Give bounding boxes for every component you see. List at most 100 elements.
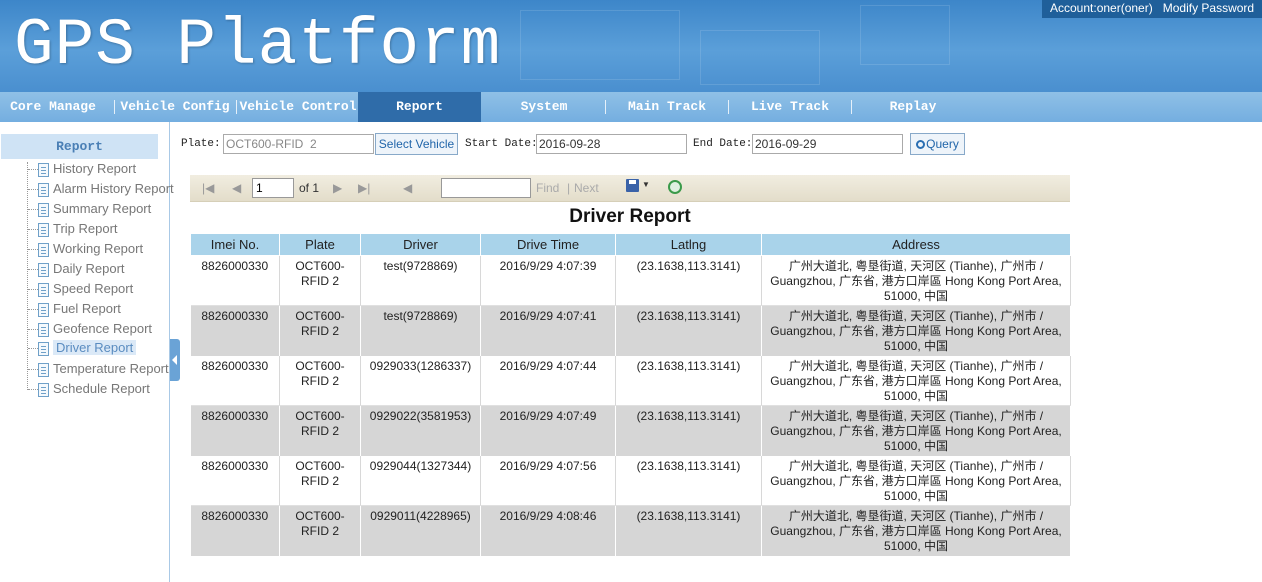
- plate-input[interactable]: [223, 134, 374, 154]
- account-bar: Account:oner(oner) Modify Password: [1042, 0, 1262, 18]
- column-header-latlng: Latlng: [615, 233, 762, 256]
- cell-plate: OCT600-RFID 2: [279, 405, 361, 456]
- report-toolbar: |◀ ◀ of 1 ▶ ▶| ◀ Find | Next ▼: [190, 175, 1070, 202]
- sidebar-item-temperature-report[interactable]: Temperature Report: [28, 360, 169, 378]
- end-date-label: End Date:: [693, 138, 753, 150]
- sidebar-item-driver-report[interactable]: Driver Report: [28, 339, 137, 357]
- cell-driver: test(9728869): [360, 255, 481, 306]
- cell-plate: OCT600-RFID 2: [279, 505, 361, 556]
- next-page-icon[interactable]: ▶: [333, 181, 342, 195]
- export-icon[interactable]: [626, 179, 639, 192]
- nav-replay[interactable]: Replay: [853, 92, 973, 122]
- table-row: 8826000330 OCT600-RFID 2 0929022(3581953…: [190, 405, 1071, 456]
- select-vehicle-button[interactable]: Select Vehicle: [375, 133, 458, 155]
- cell-address: 广州大道北, 粤垦街道, 天河区 (Tianhe), 广州市 / Guangzh…: [761, 405, 1071, 456]
- cell-imei: 8826000330: [190, 505, 280, 556]
- cell-address: 广州大道北, 粤垦街道, 天河区 (Tianhe), 广州市 / Guangzh…: [761, 355, 1071, 406]
- modify-password-link[interactable]: Modify Password: [1163, 1, 1254, 15]
- cell-driver: test(9728869): [360, 305, 481, 356]
- cell-imei: 8826000330: [190, 455, 280, 506]
- start-date-label: Start Date:: [465, 138, 538, 150]
- cell-latlng: (23.1638,113.3141): [615, 405, 762, 456]
- find-input[interactable]: [441, 178, 531, 198]
- cell-latlng: (23.1638,113.3141): [615, 455, 762, 506]
- search-icon: [916, 140, 926, 149]
- cell-address: 广州大道北, 粤垦街道, 天河区 (Tianhe), 广州市 / Guangzh…: [761, 255, 1071, 306]
- document-icon: [38, 282, 49, 297]
- nav-main-track[interactable]: Main Track: [607, 92, 727, 122]
- document-icon: [38, 322, 49, 337]
- cell-imei: 8826000330: [190, 355, 280, 406]
- cell-plate: OCT600-RFID 2: [279, 255, 361, 306]
- report-title: Driver Report: [569, 206, 691, 227]
- cell-drive-time: 2016/9/29 4:07:49: [480, 405, 616, 456]
- nav-core-manage[interactable]: Core Manage: [0, 92, 106, 122]
- nav-vehicle-control[interactable]: Vehicle Control: [238, 92, 358, 122]
- page-count: of 1: [299, 181, 320, 195]
- cell-plate: OCT600-RFID 2: [279, 355, 361, 406]
- end-date-input[interactable]: [752, 134, 903, 154]
- table-row: 8826000330 OCT600-RFID 2 test(9728869) 2…: [190, 255, 1071, 306]
- document-icon: [38, 242, 49, 257]
- cell-driver: 0929011(4228965): [360, 505, 481, 556]
- back-icon[interactable]: ◀: [403, 181, 412, 195]
- sidebar-item-schedule-report[interactable]: Schedule Report: [28, 380, 150, 398]
- sidebar-item-history-report[interactable]: History Report: [28, 160, 136, 178]
- cell-latlng: (23.1638,113.3141): [615, 305, 762, 356]
- first-page-icon[interactable]: |◀: [202, 181, 214, 195]
- table-row: 8826000330 OCT600-RFID 2 0929044(1327344…: [190, 455, 1071, 506]
- cell-drive-time: 2016/9/29 4:07:39: [480, 255, 616, 306]
- table-row: 8826000330 OCT600-RFID 2 0929011(4228965…: [190, 505, 1071, 556]
- sidebar-item-working-report[interactable]: Working Report: [28, 240, 143, 258]
- sidebar-title[interactable]: Report: [1, 134, 158, 159]
- cell-latlng: (23.1638,113.3141): [615, 255, 762, 306]
- sidebar-item-daily-report[interactable]: Daily Report: [28, 260, 125, 278]
- sidebar-item-speed-report[interactable]: Speed Report: [28, 280, 133, 298]
- sidebar-collapse-button[interactable]: [170, 339, 180, 381]
- plate-label: Plate:: [181, 138, 221, 150]
- app-title: GPS Platform: [14, 8, 502, 83]
- cell-address: 广州大道北, 粤垦街道, 天河区 (Tianhe), 广州市 / Guangzh…: [761, 455, 1071, 506]
- export-dropdown-icon[interactable]: ▼: [642, 180, 650, 189]
- main-nav: Core Manage Vehicle Config Vehicle Contr…: [0, 92, 1262, 122]
- sidebar: Report History Report Alarm History Repo…: [0, 122, 174, 582]
- table-header-row: Imei No. Plate Driver Drive Time Latlng …: [190, 233, 1071, 256]
- document-icon: [38, 302, 49, 317]
- header-banner: GPS Platform Account:oner(oner) Modify Pa…: [0, 0, 1262, 92]
- cell-plate: OCT600-RFID 2: [279, 305, 361, 356]
- sidebar-item-geofence-report[interactable]: Geofence Report: [28, 320, 152, 338]
- find-link[interactable]: Find: [536, 181, 559, 195]
- cell-drive-time: 2016/9/29 4:07:56: [480, 455, 616, 506]
- refresh-icon[interactable]: [668, 180, 682, 194]
- sidebar-item-alarm-history-report[interactable]: Alarm History Report: [28, 180, 174, 198]
- cell-drive-time: 2016/9/29 4:07:41: [480, 305, 616, 356]
- cell-address: 广州大道北, 粤垦街道, 天河区 (Tianhe), 广州市 / Guangzh…: [761, 505, 1071, 556]
- cell-address: 广州大道北, 粤垦街道, 天河区 (Tianhe), 广州市 / Guangzh…: [761, 305, 1071, 356]
- sidebar-item-trip-report[interactable]: Trip Report: [28, 220, 118, 238]
- page-number-input[interactable]: [252, 178, 294, 198]
- document-icon: [38, 341, 49, 356]
- document-icon: [38, 262, 49, 277]
- find-next-link[interactable]: Next: [574, 181, 599, 195]
- cell-driver: 0929022(3581953): [360, 405, 481, 456]
- cell-imei: 8826000330: [190, 405, 280, 456]
- cell-imei: 8826000330: [190, 255, 280, 306]
- start-date-input[interactable]: [536, 134, 687, 154]
- column-header-plate: Plate: [279, 233, 361, 256]
- query-button[interactable]: Query: [910, 133, 965, 155]
- sidebar-item-fuel-report[interactable]: Fuel Report: [28, 300, 121, 318]
- nav-report[interactable]: Report: [358, 92, 481, 122]
- previous-page-icon[interactable]: ◀: [232, 181, 241, 195]
- table-row: 8826000330 OCT600-RFID 2 test(9728869) 2…: [190, 305, 1071, 356]
- account-link[interactable]: Account:oner(oner): [1050, 1, 1153, 15]
- nav-live-track[interactable]: Live Track: [730, 92, 850, 122]
- column-header-address: Address: [761, 233, 1071, 256]
- document-icon: [38, 182, 49, 197]
- document-icon: [38, 162, 49, 177]
- nav-vehicle-config[interactable]: Vehicle Config: [116, 92, 234, 122]
- cell-latlng: (23.1638,113.3141): [615, 355, 762, 406]
- cell-driver: 0929044(1327344): [360, 455, 481, 506]
- last-page-icon[interactable]: ▶|: [358, 181, 370, 195]
- nav-system[interactable]: System: [484, 92, 604, 122]
- sidebar-item-summary-report[interactable]: Summary Report: [28, 200, 151, 218]
